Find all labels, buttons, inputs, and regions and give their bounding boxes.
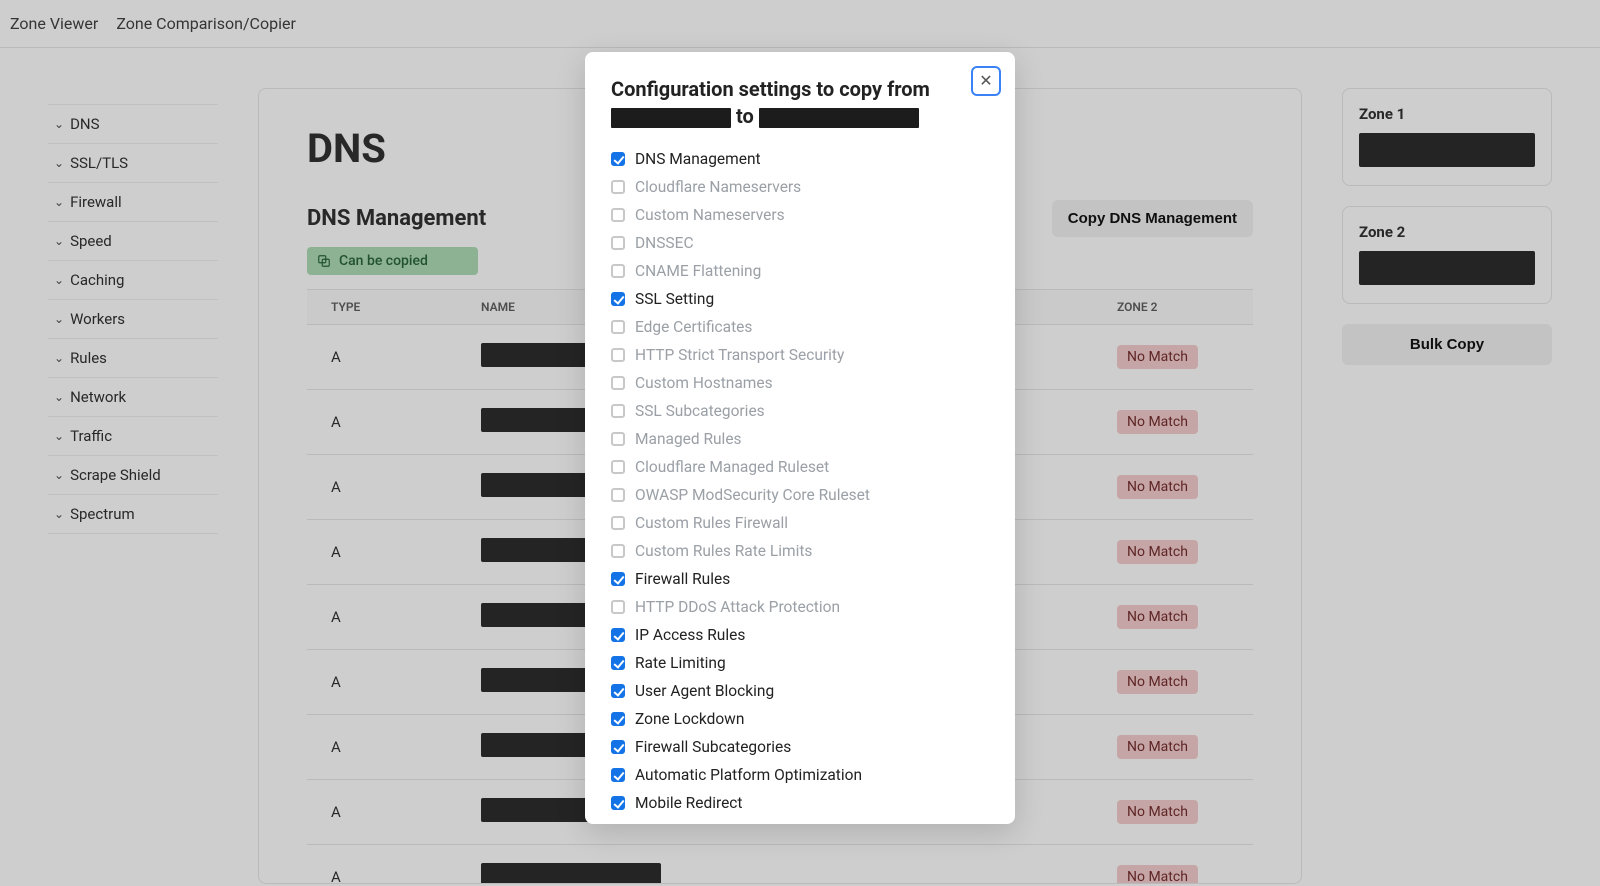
checkbox — [611, 348, 625, 362]
setting-row-managed-rules: Managed Rules — [611, 430, 989, 448]
setting-row-firewall-rules[interactable]: Firewall Rules — [611, 570, 989, 588]
setting-label: Custom Rules Firewall — [635, 514, 788, 532]
modal-title-to: to — [736, 104, 754, 128]
setting-row-dns-management[interactable]: DNS Management — [611, 150, 989, 168]
checkbox — [611, 180, 625, 194]
setting-row-custom-rules-rate-limits: Custom Rules Rate Limits — [611, 542, 989, 560]
setting-label: Automatic Platform Optimization — [635, 766, 862, 784]
checkbox — [611, 320, 625, 334]
checkbox[interactable] — [611, 656, 625, 670]
modal-zone-from — [611, 108, 731, 128]
copy-settings-modal: ✕ Configuration settings to copy from to… — [585, 52, 1015, 824]
checkbox — [611, 460, 625, 474]
setting-label: OWASP ModSecurity Core Ruleset — [635, 486, 870, 504]
checkbox — [611, 376, 625, 390]
setting-label: IP Access Rules — [635, 626, 745, 644]
checkbox[interactable] — [611, 628, 625, 642]
checkbox — [611, 432, 625, 446]
checkbox[interactable] — [611, 572, 625, 586]
checkbox — [611, 516, 625, 530]
setting-row-user-agent-blocking[interactable]: User Agent Blocking — [611, 682, 989, 700]
setting-row-custom-hostnames: Custom Hostnames — [611, 374, 989, 392]
modal-title: Configuration settings to copy from to — [611, 76, 949, 130]
setting-label: Custom Hostnames — [635, 374, 773, 392]
setting-row-automatic-platform-optimization[interactable]: Automatic Platform Optimization — [611, 766, 989, 784]
setting-label: HTTP Strict Transport Security — [635, 346, 844, 364]
checkbox — [611, 544, 625, 558]
close-icon: ✕ — [979, 71, 992, 91]
checkbox — [611, 404, 625, 418]
checkbox[interactable] — [611, 712, 625, 726]
checkbox — [611, 600, 625, 614]
setting-label: DNSSEC — [635, 234, 694, 252]
setting-label: User Agent Blocking — [635, 682, 774, 700]
modal-zone-to — [759, 108, 919, 128]
setting-label: Cloudflare Nameservers — [635, 178, 801, 196]
setting-label: HTTP DDoS Attack Protection — [635, 598, 840, 616]
modal-close-button[interactable]: ✕ — [971, 66, 1001, 96]
setting-label: SSL Setting — [635, 290, 714, 308]
checkbox — [611, 264, 625, 278]
setting-label: DNS Management — [635, 150, 761, 168]
setting-label: Edge Certificates — [635, 318, 752, 336]
setting-row-mobile-redirect[interactable]: Mobile Redirect — [611, 794, 989, 812]
setting-row-http-ddos-attack-protection: HTTP DDoS Attack Protection — [611, 598, 989, 616]
setting-row-cloudflare-nameservers: Cloudflare Nameservers — [611, 178, 989, 196]
setting-label: Firewall Subcategories — [635, 738, 791, 756]
setting-row-custom-nameservers: Custom Nameservers — [611, 206, 989, 224]
setting-label: Custom Nameservers — [635, 206, 785, 224]
settings-list: DNS Management Cloudflare Nameservers Cust… — [611, 150, 989, 812]
setting-label: SSL Subcategories — [635, 402, 765, 420]
checkbox[interactable] — [611, 768, 625, 782]
checkbox — [611, 488, 625, 502]
setting-label: Cloudflare Managed Ruleset — [635, 458, 829, 476]
setting-row-rate-limiting[interactable]: Rate Limiting — [611, 654, 989, 672]
modal-title-prefix: Configuration settings to copy from — [611, 77, 930, 101]
setting-row-dnssec: DNSSEC — [611, 234, 989, 252]
setting-row-custom-rules-firewall: Custom Rules Firewall — [611, 514, 989, 532]
setting-row-ssl-setting[interactable]: SSL Setting — [611, 290, 989, 308]
checkbox[interactable] — [611, 292, 625, 306]
setting-row-cloudflare-managed-ruleset: Cloudflare Managed Ruleset — [611, 458, 989, 476]
setting-row-firewall-subcategories[interactable]: Firewall Subcategories — [611, 738, 989, 756]
setting-label: Firewall Rules — [635, 570, 730, 588]
setting-row-ip-access-rules[interactable]: IP Access Rules — [611, 626, 989, 644]
setting-label: Custom Rules Rate Limits — [635, 542, 812, 560]
setting-label: Managed Rules — [635, 430, 742, 448]
setting-row-ssl-subcategories: SSL Subcategories — [611, 402, 989, 420]
setting-row-zone-lockdown[interactable]: Zone Lockdown — [611, 710, 989, 728]
setting-row-http-strict-transport-security: HTTP Strict Transport Security — [611, 346, 989, 364]
checkbox — [611, 208, 625, 222]
setting-row-cname-flattening: CNAME Flattening — [611, 262, 989, 280]
checkbox[interactable] — [611, 796, 625, 810]
setting-label: Rate Limiting — [635, 654, 726, 672]
setting-label: CNAME Flattening — [635, 262, 761, 280]
checkbox[interactable] — [611, 740, 625, 754]
setting-row-owasp-modsecurity-core-ruleset: OWASP ModSecurity Core Ruleset — [611, 486, 989, 504]
setting-label: Zone Lockdown — [635, 710, 744, 728]
checkbox[interactable] — [611, 684, 625, 698]
checkbox[interactable] — [611, 152, 625, 166]
setting-label: Mobile Redirect — [635, 794, 742, 812]
checkbox — [611, 236, 625, 250]
setting-row-edge-certificates: Edge Certificates — [611, 318, 989, 336]
